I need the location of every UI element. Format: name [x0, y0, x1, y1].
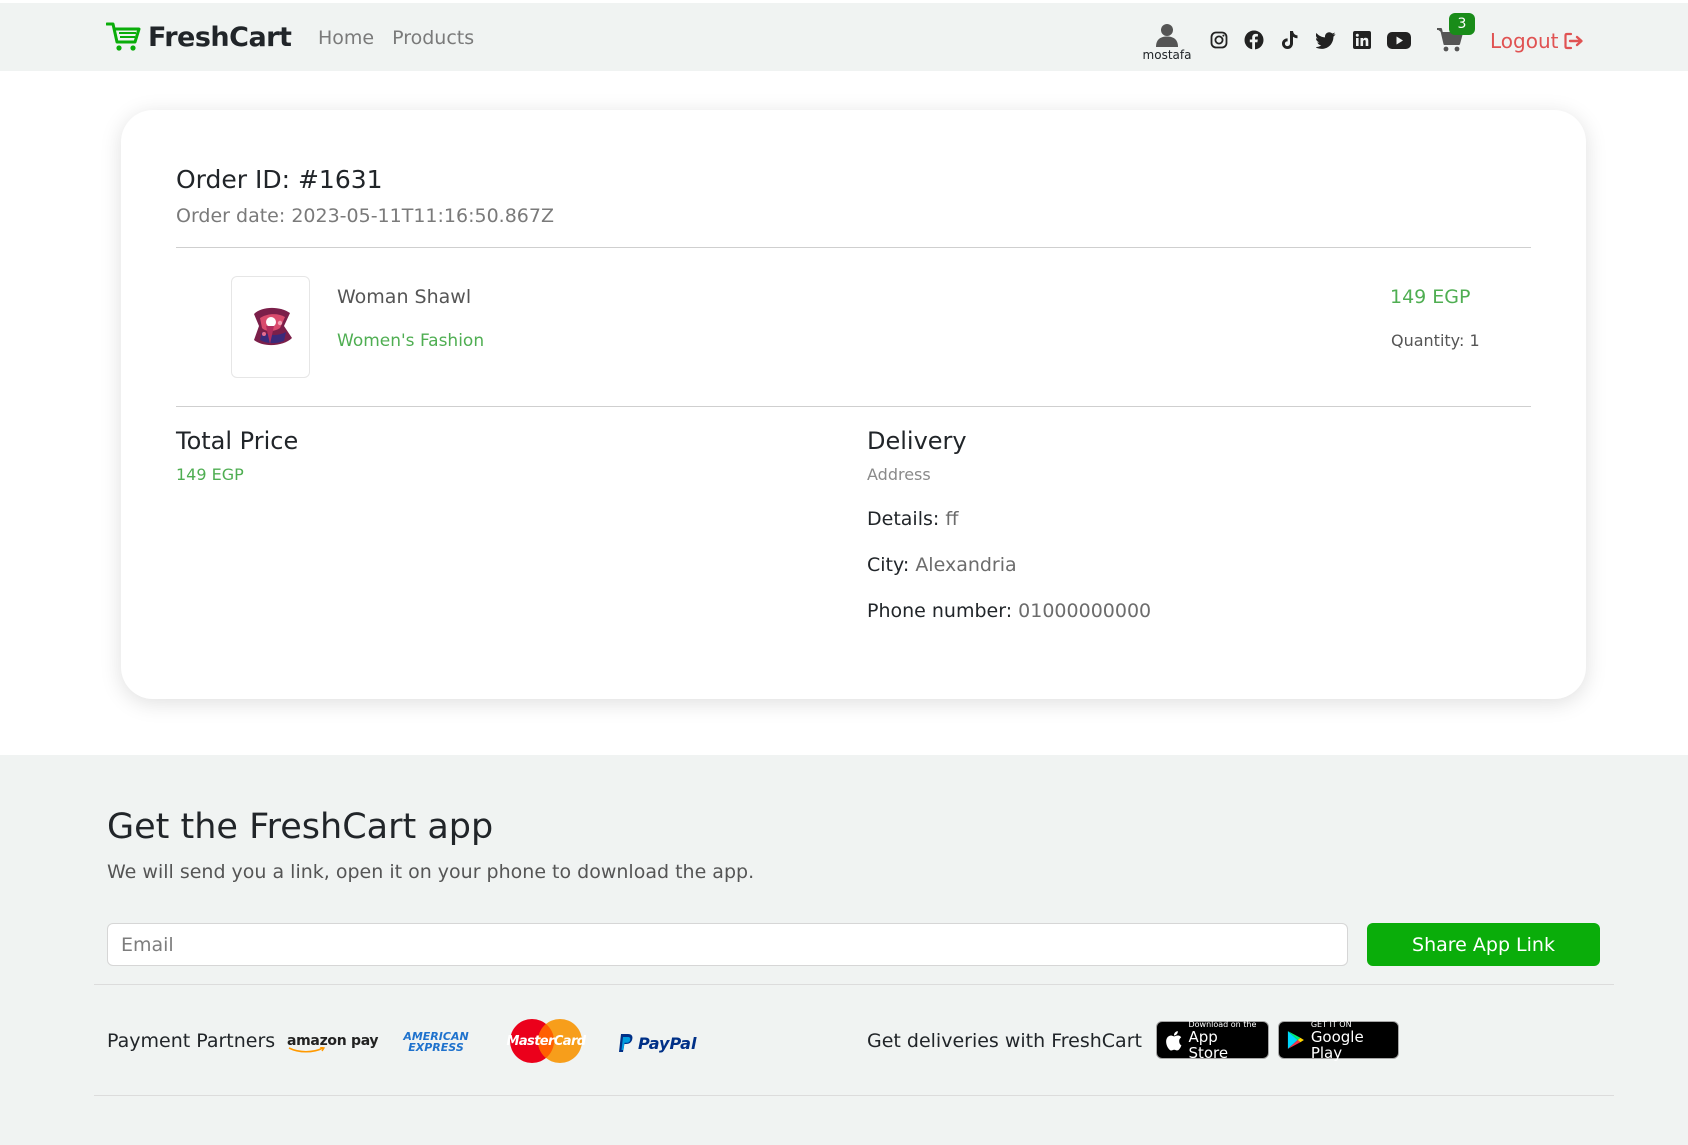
logout-label: Logout [1490, 29, 1559, 53]
deliveries-label: Get deliveries with FreshCart [867, 1030, 1142, 1052]
cart-count-badge: 3 [1449, 13, 1475, 35]
mastercard-logo: MasterCard [507, 1018, 586, 1064]
linkedin-icon[interactable] [1351, 29, 1373, 51]
total-price-value: 149 EGP [176, 465, 244, 484]
google-play-badge[interactable]: GET IT ON Google Play [1278, 1020, 1399, 1062]
paypal-logo: PayPal [618, 1029, 696, 1057]
nav-links: Home Products [318, 27, 474, 49]
product-price: 149 EGP [1390, 286, 1471, 308]
product-name[interactable]: Woman Shawl [337, 286, 471, 308]
instagram-icon[interactable] [1208, 29, 1230, 51]
divider [176, 406, 1531, 407]
order-card: Order ID: #1631 Order date: 2023-05-11T1… [121, 110, 1586, 699]
user-profile[interactable]: mostafa [1142, 23, 1192, 62]
divider [176, 247, 1531, 248]
app-store-badge[interactable]: Download on the App Store [1156, 1020, 1269, 1062]
google-play-big-text: Google Play [1310, 1027, 1364, 1062]
order-date: Order date: 2023-05-11T11:16:50.867Z [176, 205, 554, 227]
brand-name: FreshCart [148, 21, 292, 53]
youtube-icon[interactable] [1386, 29, 1412, 51]
nav-link-products[interactable]: Products [392, 27, 474, 49]
app-store-big-text: App Store [1188, 1027, 1229, 1062]
american-express-logo: AMERICAN EXPRESS [403, 1030, 469, 1054]
delivery-details: Details: ff [867, 508, 958, 530]
total-price-heading: Total Price [176, 427, 299, 455]
nav-link-home[interactable]: Home [318, 27, 374, 49]
footer: Get the FreshCart app We will send you a… [0, 755, 1688, 1145]
share-app-link-button[interactable]: Share App Link [1367, 923, 1600, 966]
city-label: City: [867, 554, 910, 576]
delivery-heading: Delivery [867, 427, 967, 455]
city-value: Alexandria [915, 554, 1017, 576]
email-input[interactable] [107, 923, 1348, 966]
brand-logo[interactable]: FreshCart [106, 21, 292, 53]
details-label: Details: [867, 508, 940, 530]
divider [94, 984, 1614, 985]
user-name: mostafa [1142, 48, 1192, 62]
apple-icon [1166, 1030, 1182, 1050]
product-category: Women's Fashion [337, 331, 485, 351]
product-image[interactable] [231, 276, 310, 378]
logout-icon [1564, 32, 1584, 50]
phone-value: 01000000000 [1018, 600, 1152, 622]
divider [94, 1095, 1614, 1096]
navbar: FreshCart Home Products mostafa 3 Logout [0, 3, 1688, 71]
cart-logo-icon [106, 22, 141, 51]
delivery-address-label: Address [867, 465, 931, 484]
delivery-phone: Phone number: 01000000000 [867, 600, 1151, 622]
logout-button[interactable]: Logout [1490, 29, 1584, 53]
payment-partners-label: Payment Partners [107, 1030, 276, 1052]
app-promo-subtitle: We will send you a link, open it on your… [107, 861, 755, 883]
amazon-pay-logo: amazon pay [287, 1026, 379, 1060]
tiktok-icon[interactable] [1279, 29, 1301, 51]
twitter-icon[interactable] [1315, 29, 1337, 51]
details-value: ff [945, 508, 959, 530]
phone-label: Phone number: [867, 600, 1013, 622]
order-id: Order ID: #1631 [176, 165, 383, 194]
app-promo-title: Get the FreshCart app [107, 807, 494, 847]
facebook-icon[interactable] [1243, 29, 1265, 51]
google-play-icon [1287, 1031, 1304, 1049]
user-icon [1156, 24, 1178, 47]
product-quantity: Quantity: 1 [1391, 331, 1480, 350]
delivery-city: City: Alexandria [867, 554, 1017, 576]
